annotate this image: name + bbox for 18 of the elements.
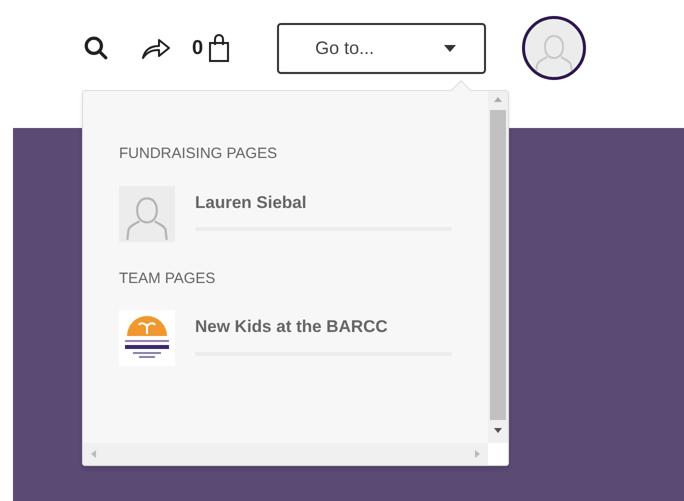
team-logo-drawing — [119, 310, 175, 366]
page-list-item[interactable]: Lauren Siebal — [119, 186, 452, 242]
page-list-item[interactable]: New Kids at the BARCC — [119, 310, 452, 366]
scroll-left-icon[interactable] — [91, 450, 96, 458]
scrollbar-thumb[interactable] — [490, 110, 506, 420]
section-heading: FUNDRAISING PAGES — [119, 144, 278, 164]
scroll-down-icon[interactable] — [494, 428, 502, 433]
goto-select[interactable]: Go to... — [277, 22, 486, 74]
page-name: New Kids at the BARCC — [195, 316, 389, 338]
page-name: Lauren Siebal — [195, 192, 308, 214]
scroll-right-icon[interactable] — [475, 450, 480, 458]
horizontal-scrollbar[interactable] — [83, 443, 488, 465]
caret-icon — [444, 44, 456, 52]
cart-count: 0 — [192, 36, 204, 61]
shopping-bag-icon[interactable] — [207, 33, 232, 63]
section-heading: TEAM PAGES — [119, 268, 216, 288]
vertical-scrollbar[interactable] — [488, 91, 508, 443]
scroll-up-icon[interactable] — [494, 97, 502, 102]
